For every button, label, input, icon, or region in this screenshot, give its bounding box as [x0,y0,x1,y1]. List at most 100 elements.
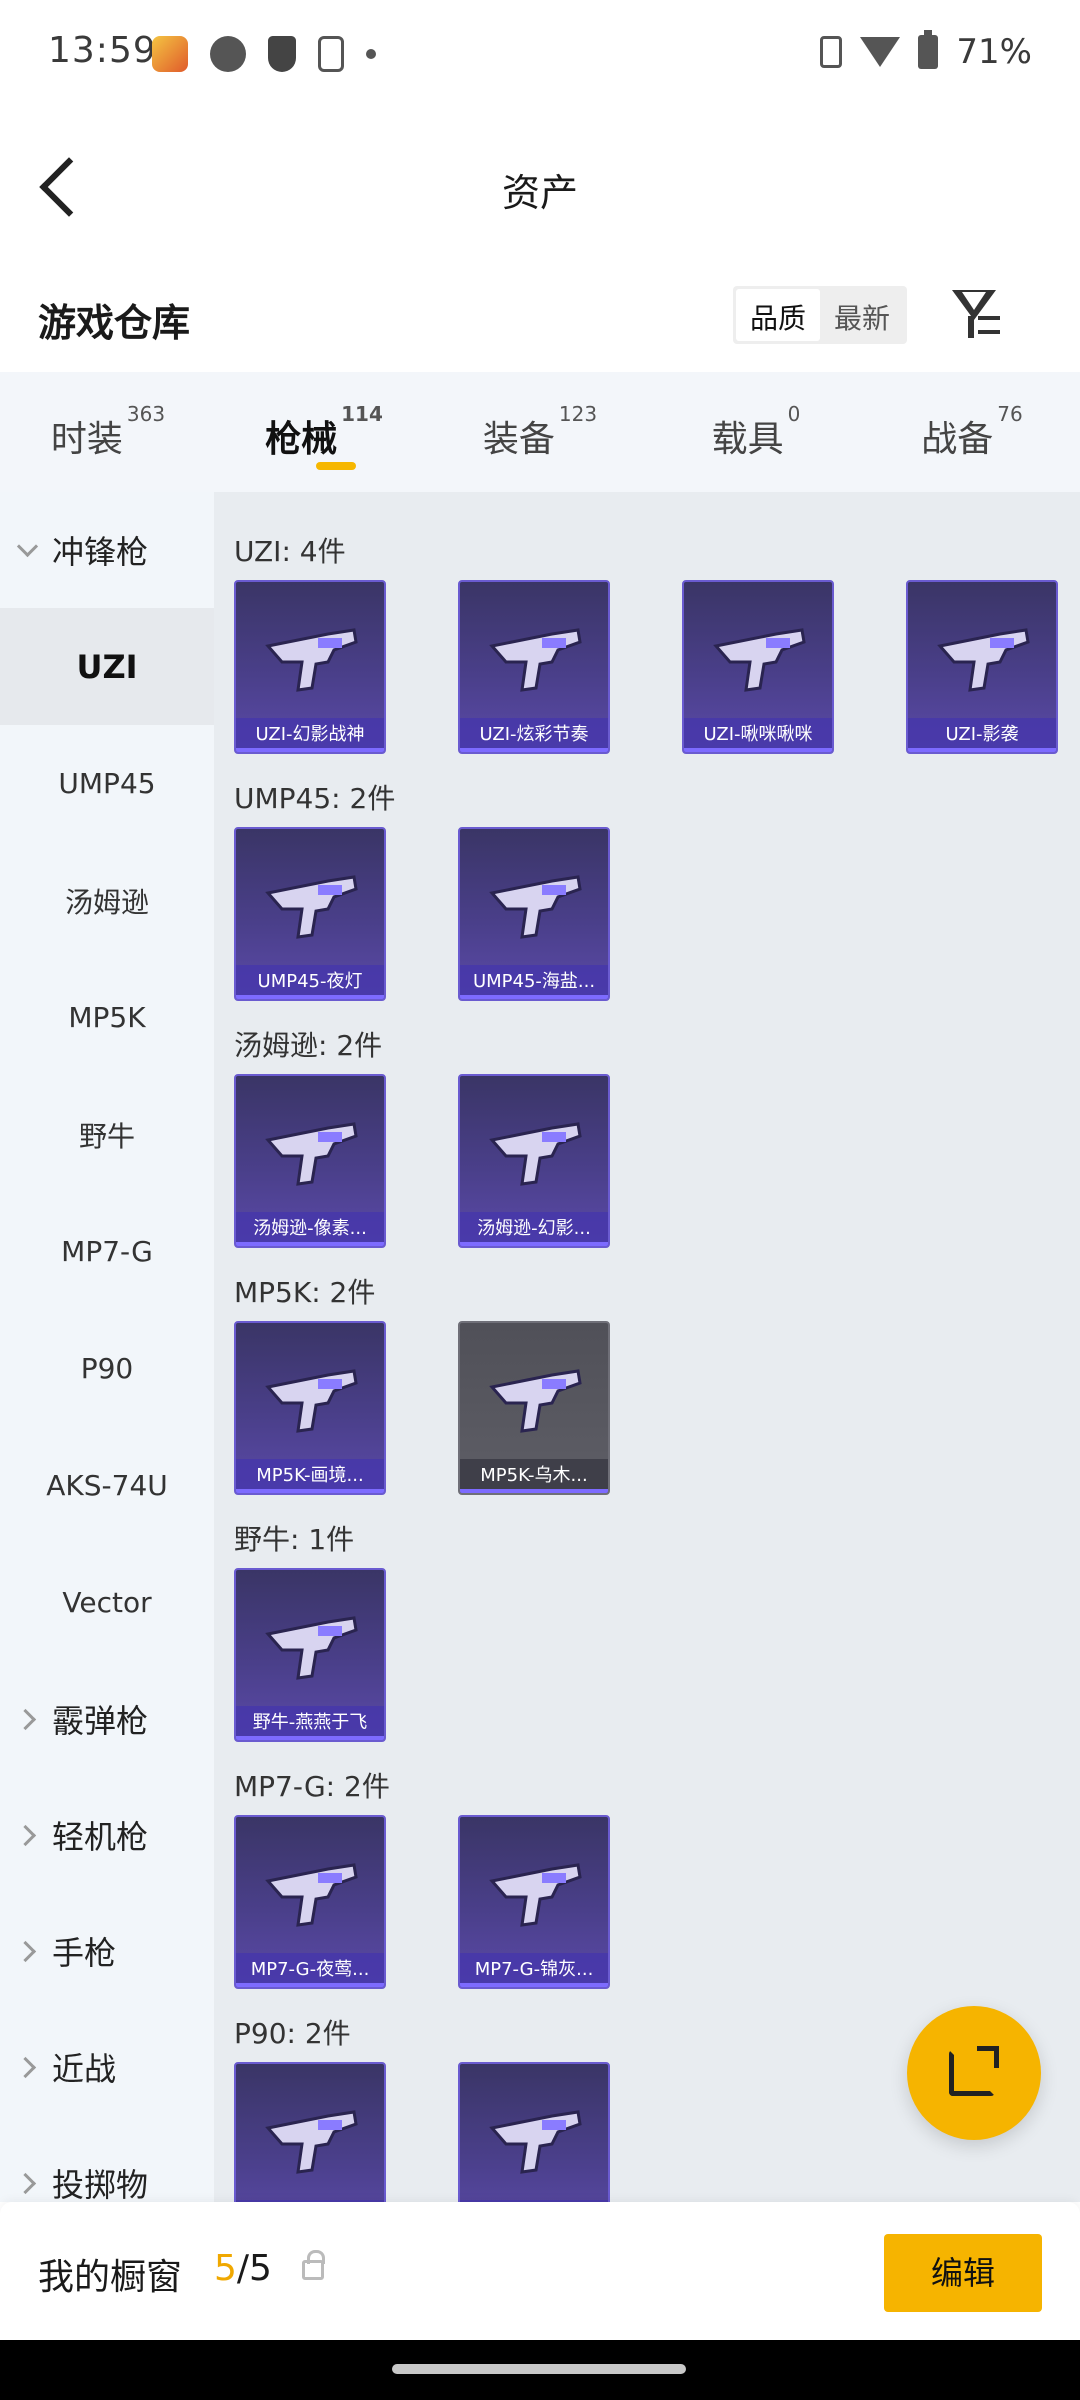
chevron-right-icon [16,2056,38,2078]
weapon-icon [489,628,582,692]
edit-button[interactable]: 编辑 [884,2234,1042,2312]
group-label: 野牛: 1件 [234,1523,355,1556]
skin-name: 野牛-燕燕于飞 [236,1706,384,1740]
weapon-icon [265,1863,358,1927]
group-label: 汤姆逊: 2件 [234,1029,383,1062]
tab-equipment[interactable]: 装备123 [432,372,648,492]
tab-label: 装备 [482,419,555,460]
group-label: UZI: 4件 [234,535,346,568]
skin-card[interactable]: MP7-G-夜莺... [234,1815,386,1989]
skin-card[interactable]: UMP45-海盐... [458,827,610,1001]
sidebar-group-label: 霰弹枪 [52,1702,149,1740]
system-navigation-bar [0,2340,1080,2400]
weapon-icon [265,1122,358,1186]
weapon-icon [489,2110,582,2174]
skin-card[interactable]: UZI-幻影战神 [234,580,386,754]
sidebar-item-aks74u[interactable]: AKS-74U [0,1427,214,1544]
sidebar-group-melee[interactable]: 近战 [0,2009,214,2125]
rarity-bar [460,1242,608,1246]
sort-quality-option[interactable]: 品质 [736,289,821,341]
status-notification-icons [152,36,376,72]
sidebar-item-p90[interactable]: P90 [0,1310,214,1427]
sidebar-group-pistol[interactable]: 手枪 [0,1893,214,2009]
lock-icon [302,2250,325,2280]
motorola-icon [210,36,246,72]
weapon-type-sidebar: 冲锋枪 UZI UMP45 汤姆逊 MP5K 野牛 MP7-G P90 AKS-… [0,492,214,2202]
sidebar-group-label: 手枪 [52,1934,117,1972]
warehouse-section-header: 游戏仓库 品质 最新 [0,260,1080,372]
rarity-bar [236,1242,384,1246]
tab-firearms[interactable]: 枪械114 [216,372,432,492]
tab-supplies[interactable]: 战备76 [864,372,1080,492]
weapon-icon [265,875,358,939]
active-tab-indicator [316,462,356,470]
sidebar-item-mp7g[interactable]: MP7-G [0,1193,214,1310]
sort-toggle: 品质 最新 [733,286,908,344]
filter-icon[interactable] [952,286,1004,342]
weapon-skin-grid: UZI: 4件 UZI-幻影战神 UZI-炫彩节奏 UZI-啾咪啾咪 UZI-影袭 UMP… [214,492,1080,2202]
chevron-right-icon [16,1708,38,1730]
tab-count: 363 [126,402,166,426]
sidebar-group-label: 轻机枪 [52,1818,149,1856]
sidebar-item-thompson[interactable]: 汤姆逊 [0,842,214,959]
tab-label: 枪械 [265,419,338,460]
rarity-bar [460,995,608,999]
group-label: P90: 2件 [234,2017,351,2050]
category-tabs: 时装363 枪械114 装备123 载具0 战备76 [0,372,1080,492]
skin-card[interactable]: UZI-影袭 [906,580,1058,754]
page-title: 资产 [501,171,578,215]
skin-name: UZI-啾咪啾咪 [684,718,832,752]
showcase-current: 5 [214,2248,237,2289]
weapon-icon [265,1369,358,1433]
skin-card[interactable]: 野牛-燕燕于飞 [234,1568,386,1742]
skin-card[interactable] [234,2062,386,2202]
rarity-bar [684,748,832,752]
tab-count: 76 [997,402,1023,426]
showcase-total: /5 [236,2248,272,2289]
sidebar-group-smg[interactable]: 冲锋枪 [0,492,214,608]
skin-card[interactable]: MP5K-乌木... [458,1321,610,1495]
tab-label: 载具 [711,419,784,460]
external-link-arrow-icon [977,2046,999,2068]
skin-card[interactable] [458,2062,610,2202]
skin-card[interactable]: UZI-啾咪啾咪 [682,580,834,754]
rarity-bar [236,1489,384,1493]
status-bar: 13:59 71% [0,0,1080,110]
rarity-bar [460,748,608,752]
rarity-bar [460,1489,608,1493]
rarity-bar [460,1983,608,1987]
battery-icon [918,30,939,69]
sidebar-group-shotgun[interactable]: 霰弹枪 [0,1661,214,1777]
sidebar-item-vector[interactable]: Vector [0,1544,214,1661]
sidebar-item-bizon[interactable]: 野牛 [0,1076,214,1193]
rarity-bar [236,748,384,752]
home-gesture-handle[interactable] [392,2364,686,2374]
sidebar-group-throwable[interactable]: 投掷物 [0,2125,214,2202]
more-notifications-dot-icon [366,49,376,59]
skin-name: UZI-炫彩节奏 [460,718,608,752]
skin-card[interactable]: UMP45-夜灯 [234,827,386,1001]
share-fab[interactable] [907,2006,1041,2140]
sidebar-item-uzi[interactable]: UZI [0,608,214,725]
phone-sync-icon [318,36,344,72]
sidebar-item-mp5k[interactable]: MP5K [0,959,214,1076]
tab-vehicles[interactable]: 载具0 [648,372,864,492]
skin-card[interactable]: MP5K-画境... [234,1321,386,1495]
wifi-icon [860,37,901,67]
weapon-icon [265,2110,358,2174]
tab-count: 123 [558,402,598,426]
skin-name: UZI-影袭 [908,718,1056,752]
skin-name: 汤姆逊-像素... [236,1212,384,1246]
showcase-label: 我的橱窗 [38,2257,183,2298]
sort-newest-option[interactable]: 最新 [820,289,904,341]
skin-card[interactable]: MP7-G-锦灰... [458,1815,610,1989]
tab-fashion[interactable]: 时装363 [0,372,216,492]
skin-card[interactable]: 汤姆逊-幻影... [458,1074,610,1248]
sidebar-item-ump45[interactable]: UMP45 [0,725,214,842]
skin-card[interactable]: 汤姆逊-像素... [234,1074,386,1248]
rarity-bar [236,1736,384,1740]
skin-card[interactable]: UZI-炫彩节奏 [458,580,610,754]
sidebar-group-lmg[interactable]: 轻机枪 [0,1777,214,1893]
chevron-right-icon [16,2172,38,2194]
vibrate-icon [820,36,843,68]
